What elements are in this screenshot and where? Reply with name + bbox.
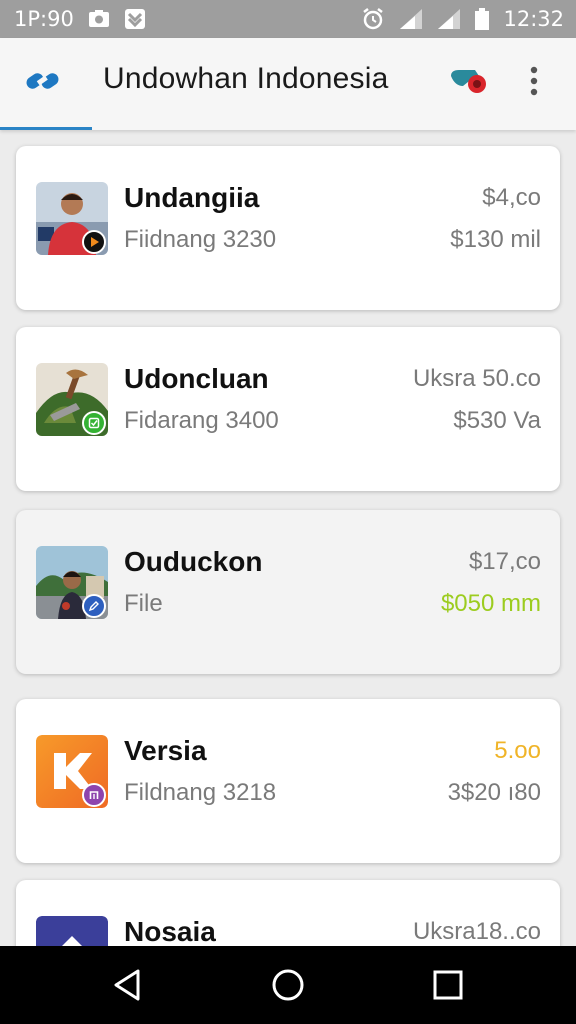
- app-icon: [82, 783, 106, 807]
- item-secondary-value: $530 Va: [453, 407, 541, 434]
- app-title: Undowhan Indonesia: [103, 62, 389, 95]
- item-title: Undangiia: [124, 182, 260, 213]
- item-title: Ouduckon: [124, 546, 263, 577]
- list-item[interactable]: Versia Fildnang 3218 5.oo 3$20 ı80: [16, 699, 560, 863]
- list-item[interactable]: Nosaia Uksra18..co: [16, 880, 560, 946]
- signal-icon: [399, 8, 423, 30]
- status-clock: 12:32: [503, 7, 564, 31]
- play-icon: [82, 230, 106, 254]
- item-title: Versia: [124, 735, 207, 766]
- image-icon: [88, 9, 110, 29]
- item-subtitle: Fildnang 3218: [124, 779, 277, 806]
- item-price: Uksra 50.co: [412, 365, 541, 392]
- link-logo-icon[interactable]: [24, 66, 62, 101]
- status-time-left: 1P:90: [14, 7, 74, 31]
- item-title: Nosaia: [124, 916, 216, 946]
- battery-icon: [475, 8, 490, 30]
- item-secondary-value: 3$20 ı80: [447, 779, 541, 806]
- item-price: Uksra18..co: [412, 918, 541, 945]
- item-price: $4,co: [482, 184, 541, 211]
- item-title: Udoncluan: [124, 363, 269, 394]
- item-price: 5.oo: [494, 737, 541, 764]
- check-icon: [82, 411, 106, 435]
- recents-icon[interactable]: [432, 968, 464, 1007]
- app-bar: Undowhan Indonesia: [0, 38, 576, 130]
- list-item[interactable]: Undangiia Fiidnang 3230 $4,co $130 mil: [16, 146, 560, 310]
- status-bar: 1P:90 12:32: [0, 0, 576, 38]
- more-vert-icon[interactable]: [529, 66, 539, 101]
- alarm-icon: [361, 7, 385, 31]
- list-item[interactable]: Ouduckon File $17,co $050 mm: [16, 510, 560, 674]
- home-icon[interactable]: [270, 968, 306, 1007]
- edit-icon: [82, 594, 106, 618]
- download-icon: [124, 8, 146, 30]
- item-subtitle: File: [124, 590, 163, 617]
- item-secondary-value: $130 mil: [450, 226, 541, 253]
- item-secondary-value: $050 mm: [440, 590, 541, 617]
- navigation-bar: [0, 946, 576, 1024]
- list-item[interactable]: Udoncluan Fidarang 3400 Uksra 50.co $530…: [16, 327, 560, 491]
- signal-icon: [437, 8, 461, 30]
- item-price: $17,co: [468, 548, 541, 575]
- back-icon[interactable]: [112, 968, 144, 1007]
- item-list: Undangiia Fiidnang 3230 $4,co $130 mil U…: [0, 130, 576, 946]
- item-subtitle: Fiidnang 3230: [124, 226, 277, 253]
- item-thumbnail: [36, 916, 108, 946]
- whistle-icon[interactable]: [449, 64, 489, 101]
- item-subtitle: Fidarang 3400: [124, 407, 279, 434]
